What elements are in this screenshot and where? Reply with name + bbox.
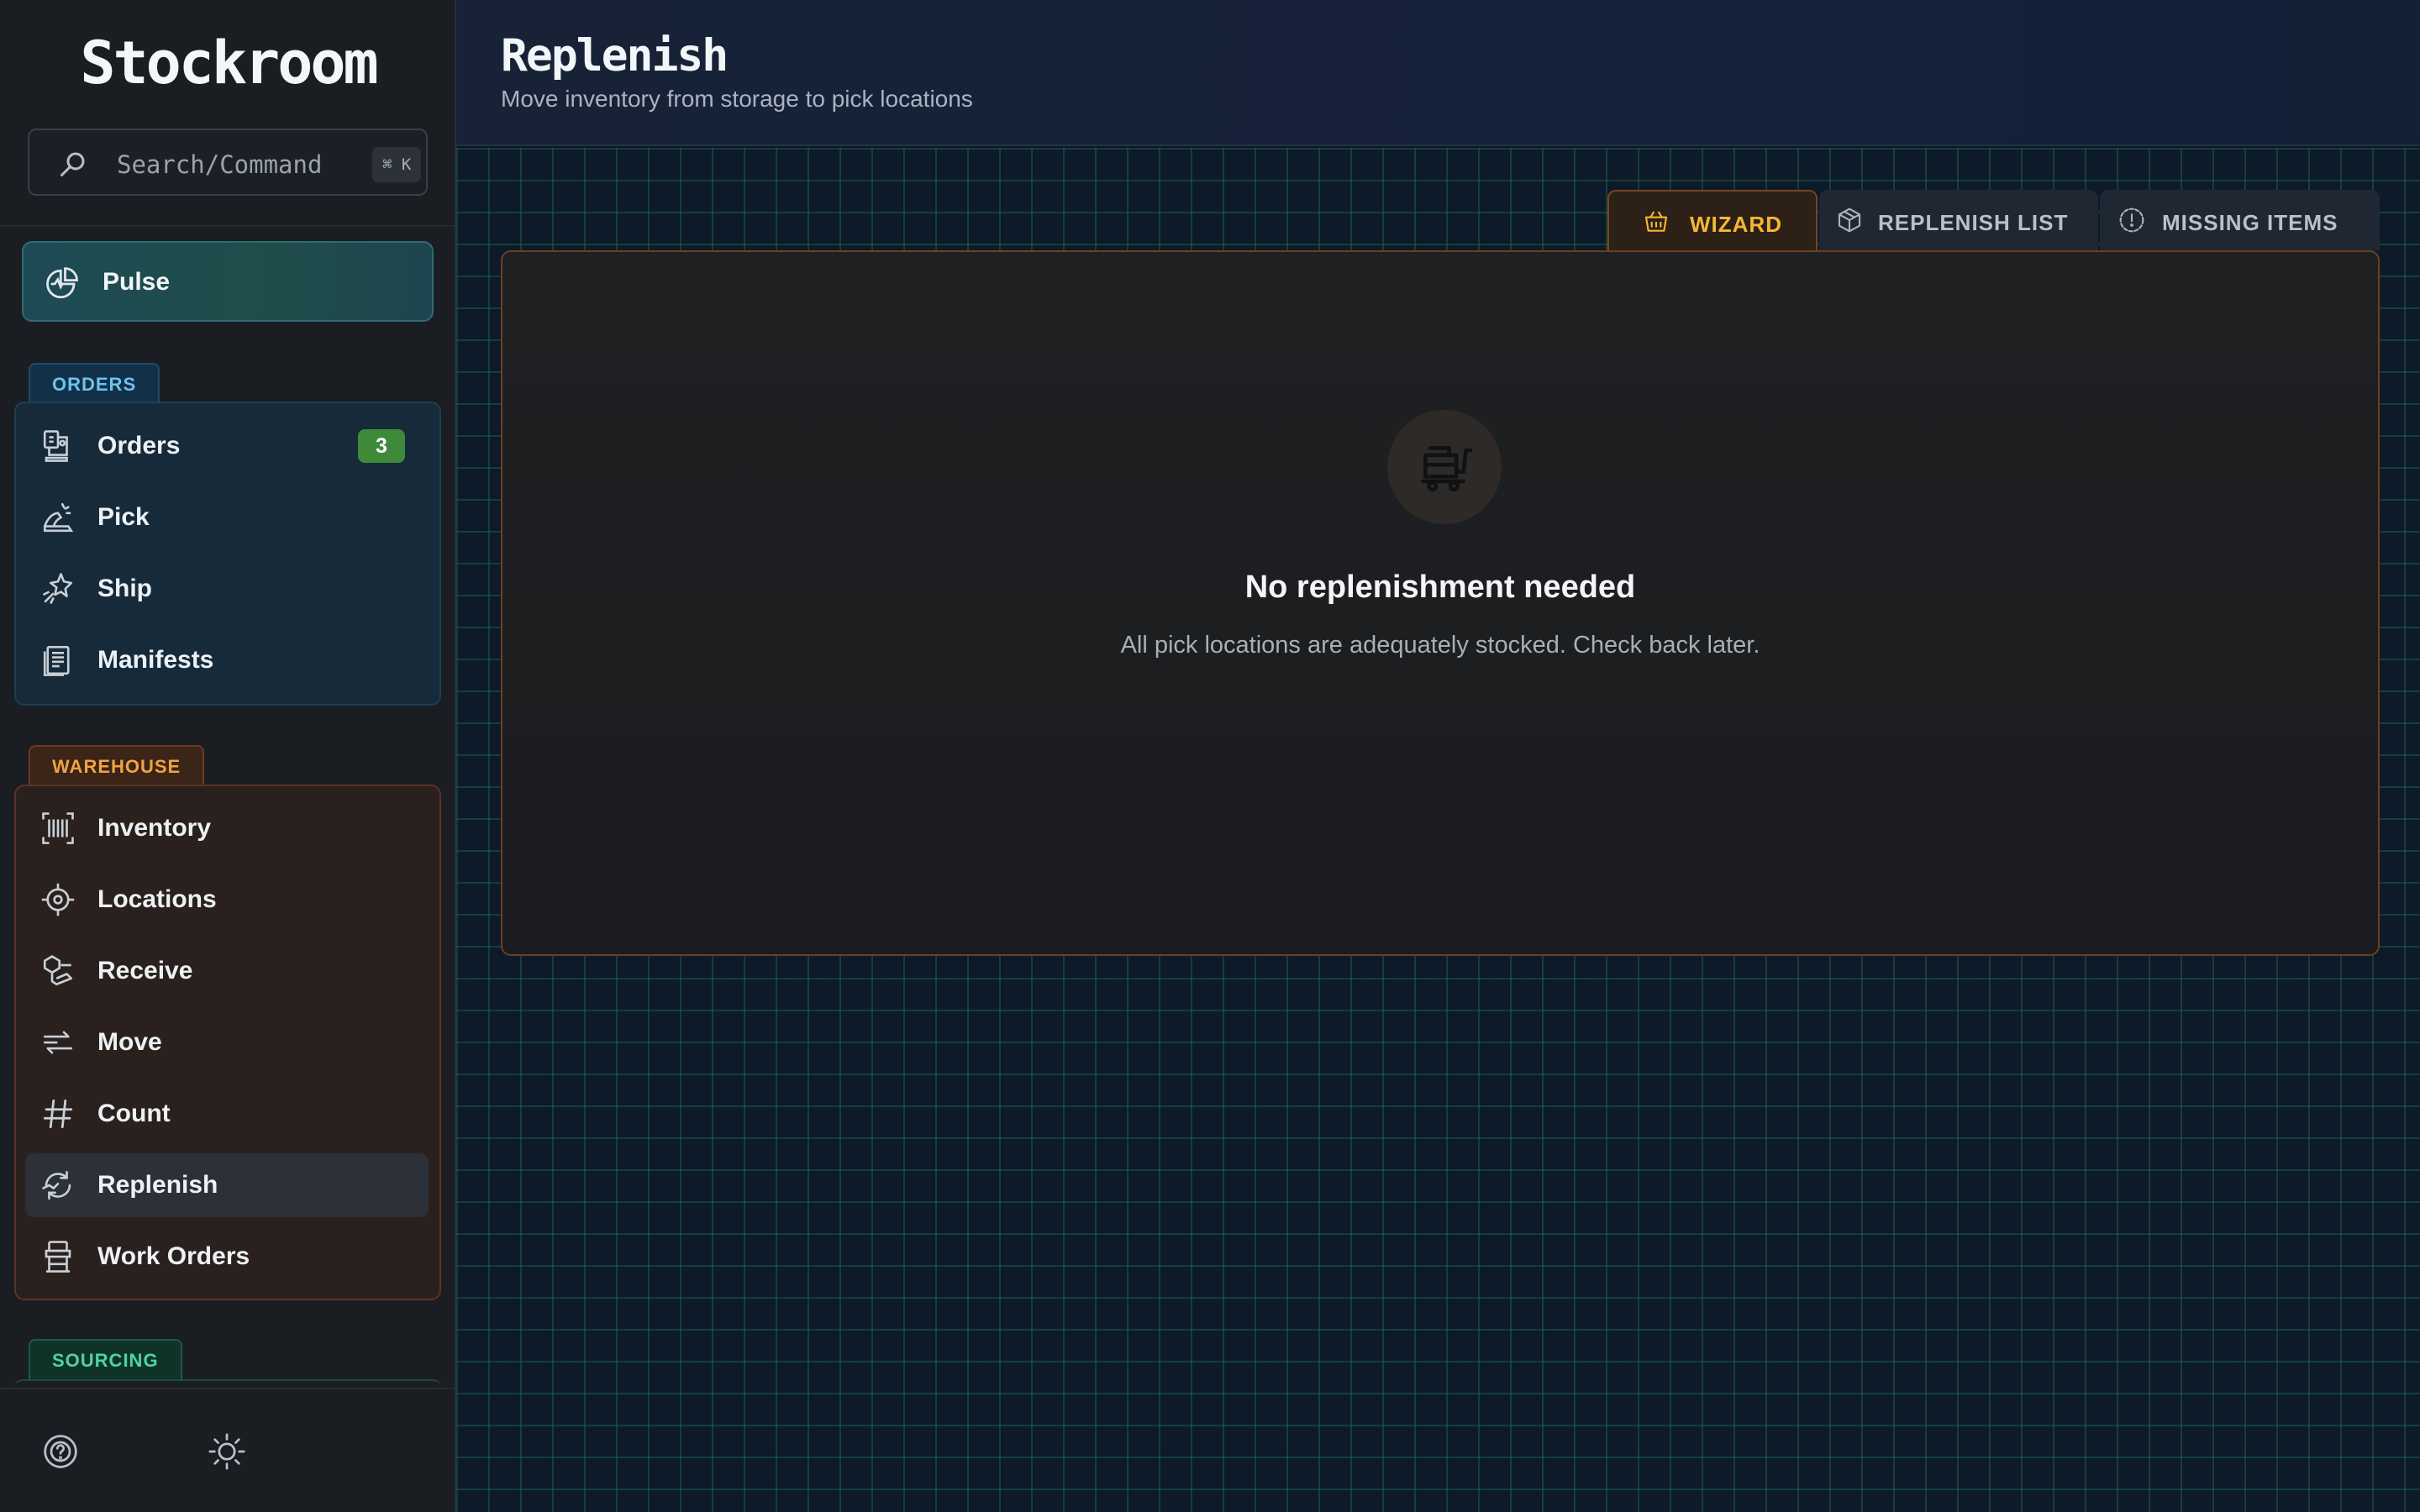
ship-icon xyxy=(42,573,73,605)
empty-state-title: No replenishment needed xyxy=(1244,570,1636,605)
sidebar-item-move[interactable]: Move xyxy=(25,1011,429,1074)
sidebar-item-orders[interactable]: Orders 3 xyxy=(25,414,429,478)
search-placeholder: Search/Command xyxy=(117,150,323,179)
orders-icon xyxy=(43,430,68,462)
tab-label: MISSING ITEMS xyxy=(2162,210,2338,235)
basket-icon xyxy=(1644,211,1668,232)
orders-count-badge: 3 xyxy=(358,429,405,463)
page-subtitle: Move inventory from storage to pick loca… xyxy=(501,86,973,112)
pick-icon xyxy=(43,502,74,533)
page-title: Replenish xyxy=(501,30,729,81)
sidebar-item-label: Move xyxy=(97,1028,162,1056)
sidebar-item-label: Count xyxy=(97,1100,171,1127)
group-label-sourcing: SOURCING xyxy=(29,1339,182,1379)
tab-label: REPLENISH LIST xyxy=(1878,210,2069,235)
sidebar: Stockroom Search/Command ⌘ K Pulse ORDER… xyxy=(0,0,456,1512)
sidebar-divider xyxy=(0,225,455,227)
sidebar-item-label: Ship xyxy=(97,575,152,602)
tab-missing-items[interactable]: MISSING ITEMS xyxy=(2100,190,2380,250)
sidebar-item-label: Manifests xyxy=(97,646,214,674)
crosshair-icon xyxy=(41,883,75,916)
group-label-warehouse: WAREHOUSE xyxy=(29,745,205,785)
sidebar-item-pulse[interactable]: Pulse xyxy=(22,241,434,322)
tab-wizard[interactable]: WIZARD xyxy=(1607,190,1818,250)
pulse-chart-icon xyxy=(46,267,78,299)
box-icon xyxy=(1838,207,1861,233)
sidebar-item-replenish[interactable]: Replenish xyxy=(25,1153,429,1217)
sidebar-item-count[interactable]: Count xyxy=(25,1082,429,1146)
brand-logo[interactable]: Stockroom xyxy=(0,29,456,97)
tab-replenish-list[interactable]: REPLENISH LIST xyxy=(1819,190,2098,250)
page-header: Replenish Move inventory from storage to… xyxy=(456,0,2420,146)
sidebar-item-locations[interactable]: Locations xyxy=(25,868,429,932)
replenish-icon xyxy=(42,1170,71,1200)
hash-icon xyxy=(43,1099,73,1129)
group-sourcing xyxy=(14,1379,441,1388)
sidebar-item-manifests[interactable]: Manifests xyxy=(25,628,429,692)
sidebar-item-label: Inventory xyxy=(97,814,212,842)
help-icon[interactable] xyxy=(42,1433,79,1470)
sidebar-item-label: Pick xyxy=(97,503,150,531)
sidebar-item-label: Replenish xyxy=(97,1171,218,1199)
cart-icon xyxy=(1421,446,1473,492)
keyboard-shortcut-badge: ⌘ K xyxy=(372,147,422,182)
receive-icon xyxy=(43,955,73,986)
empty-state-description: All pick locations are adequately stocke… xyxy=(1120,632,1760,659)
sidebar-item-receive[interactable]: Receive xyxy=(25,939,429,1003)
main-content: Replenish Move inventory from storage to… xyxy=(456,0,2420,1512)
tab-label: WIZARD xyxy=(1690,212,1782,237)
alert-circle-icon xyxy=(2119,207,2144,233)
manifest-icon xyxy=(43,645,70,676)
sidebar-item-label: Pulse xyxy=(103,268,171,296)
sidebar-item-label: Locations xyxy=(97,885,217,913)
group-label-orders: ORDERS xyxy=(29,363,160,403)
work-orders-icon xyxy=(45,1241,71,1273)
sun-icon[interactable] xyxy=(208,1433,245,1470)
move-arrows-icon xyxy=(43,1031,73,1054)
sidebar-item-work-orders[interactable]: Work Orders xyxy=(25,1225,429,1289)
sidebar-item-label: Receive xyxy=(97,957,193,984)
sidebar-footer xyxy=(0,1388,455,1512)
empty-state-icon-badge xyxy=(1387,410,1502,524)
sidebar-item-inventory[interactable]: Inventory xyxy=(25,796,429,860)
sidebar-item-ship[interactable]: Ship xyxy=(25,557,429,621)
wizard-panel: No replenishment needed All pick locatio… xyxy=(501,250,2380,956)
barcode-icon xyxy=(42,812,74,844)
sidebar-item-label: Work Orders xyxy=(97,1242,250,1270)
search-command-input[interactable]: Search/Command ⌘ K xyxy=(28,129,428,196)
search-icon xyxy=(60,152,85,176)
sidebar-item-pick[interactable]: Pick xyxy=(25,486,429,549)
sidebar-item-label: Orders xyxy=(97,432,181,459)
